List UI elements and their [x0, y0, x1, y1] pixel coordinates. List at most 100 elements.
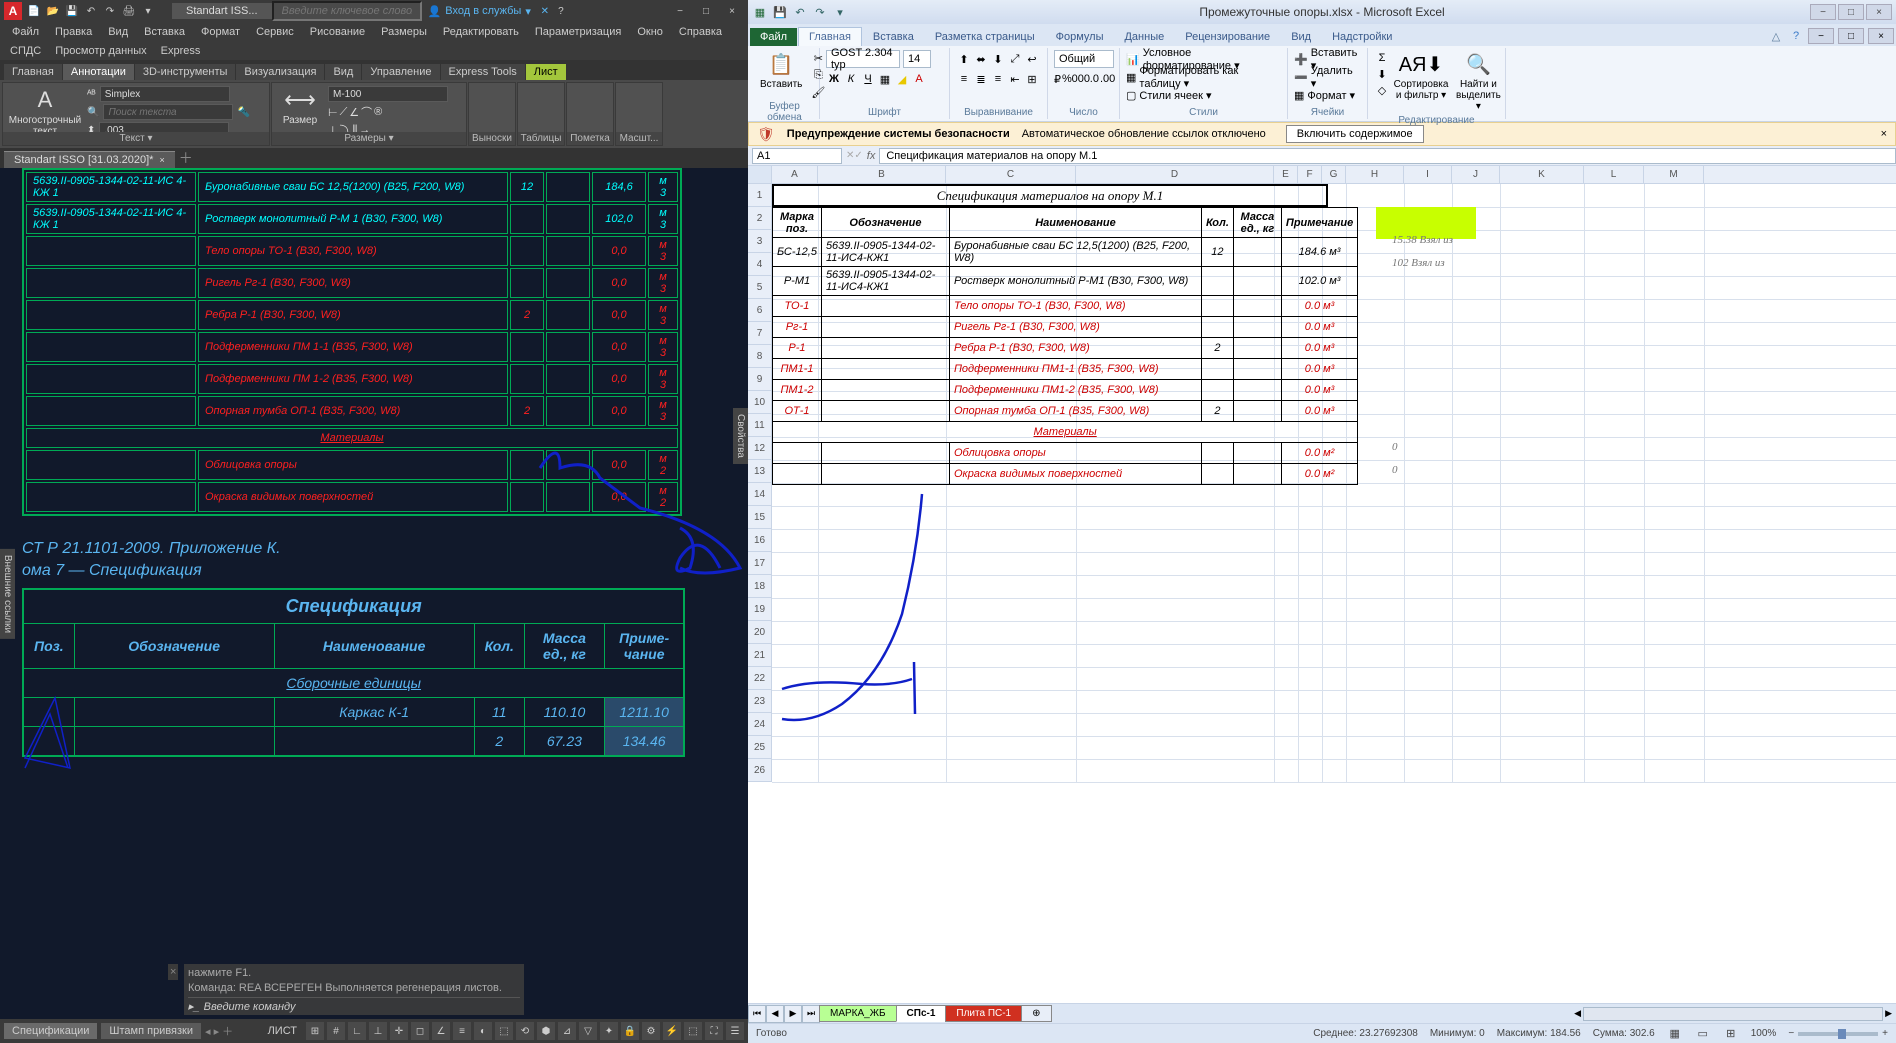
row-header[interactable]: 8 — [748, 345, 772, 368]
merge-icon[interactable]: ⊞ — [1024, 71, 1040, 87]
minimize-button[interactable]: − — [1810, 4, 1836, 20]
qat-redo-icon[interactable]: ↷ — [812, 4, 828, 20]
tab-data[interactable]: Данные — [1114, 28, 1174, 46]
menu-help[interactable]: Справка — [673, 24, 728, 40]
close-button[interactable]: × — [1866, 4, 1892, 20]
cells-area[interactable]: Спецификация материалов на опору М.1 Мар… — [772, 184, 1896, 782]
menu-format[interactable]: Формат — [195, 24, 246, 40]
hscroll-right-icon[interactable]: ▶ — [1885, 1008, 1892, 1019]
row-header[interactable]: 5 — [748, 276, 772, 299]
view-break-icon[interactable]: ⊞ — [1723, 1026, 1739, 1042]
rtab-annotate[interactable]: Аннотации — [63, 64, 134, 80]
file-tab[interactable]: Файл — [750, 28, 797, 46]
3dosnap-icon[interactable]: ⬢ — [537, 1022, 555, 1040]
ortho-icon[interactable]: ⊥ — [369, 1022, 387, 1040]
zoom-slider[interactable]: − + — [1788, 1028, 1888, 1039]
tab-view[interactable]: Вид — [1281, 28, 1321, 46]
column-header[interactable]: L — [1584, 166, 1644, 183]
hscroll-left-icon[interactable]: ◀ — [1574, 1008, 1581, 1019]
column-header[interactable]: E — [1274, 166, 1298, 183]
qat-print-icon[interactable]: 🖨 — [121, 3, 137, 19]
sheet-tab-1[interactable]: МАРКА_ЖБ — [819, 1005, 897, 1022]
font-color-icon[interactable]: A — [911, 71, 927, 87]
otrack-icon[interactable]: ∠ — [432, 1022, 450, 1040]
menu-dimension[interactable]: Размеры — [375, 24, 433, 40]
sheet-prev-icon[interactable]: ◀ — [766, 1005, 784, 1023]
sel-cycling-icon[interactable]: ⟲ — [516, 1022, 534, 1040]
row-header[interactable]: 1 — [748, 184, 772, 207]
dim-linear-icon[interactable]: ⊢ — [328, 106, 338, 119]
help-icon[interactable]: ? — [1788, 28, 1804, 44]
column-header[interactable]: K — [1500, 166, 1584, 183]
underline-icon[interactable]: Ч — [860, 71, 876, 87]
signin-link[interactable]: 👤 Вход в службы ▾ — [422, 5, 537, 18]
text-style-combo[interactable] — [100, 86, 230, 102]
dyn-ucs-icon[interactable]: ⊿ — [558, 1022, 576, 1040]
row-header[interactable]: 15 — [748, 506, 772, 529]
tables-panel[interactable]: Таблицы — [518, 132, 564, 145]
align-bot-icon[interactable]: ⬇ — [990, 51, 1006, 67]
rtab-view[interactable]: Вид — [325, 64, 361, 80]
menu-window[interactable]: Окно — [631, 24, 669, 40]
maximize-button[interactable]: □ — [694, 2, 718, 20]
qat-undo-icon[interactable]: ↶ — [83, 3, 99, 19]
abc-icon[interactable]: ᴬᴮ — [87, 89, 96, 100]
qat-undo-icon[interactable]: ↶ — [792, 4, 808, 20]
bold-icon[interactable]: Ж — [826, 71, 842, 87]
delete-cells-button[interactable]: ➖ Удалить ▾ — [1294, 68, 1361, 86]
wb-close-button[interactable]: × — [1868, 28, 1894, 44]
row-header[interactable]: 11 — [748, 414, 772, 437]
sub-data[interactable]: Просмотр данных — [49, 44, 152, 58]
wb-min-button[interactable]: − — [1808, 28, 1834, 44]
qat-new-icon[interactable]: 📄 — [26, 3, 42, 19]
menu-view[interactable]: Вид — [102, 24, 134, 40]
tab-layout[interactable]: Разметка страницы — [925, 28, 1045, 46]
enable-content-button[interactable]: Включить содержимое — [1286, 125, 1424, 143]
hscrollbar[interactable] — [1583, 1007, 1883, 1021]
qat-save-icon[interactable]: 💾 — [64, 3, 80, 19]
restore-button[interactable]: □ — [1838, 4, 1864, 20]
menu-insert[interactable]: Вставка — [138, 24, 191, 40]
column-header[interactable]: A — [772, 166, 818, 183]
text-panel-label[interactable]: Текст ▾ — [3, 132, 269, 145]
tab-review[interactable]: Рецензирование — [1175, 28, 1280, 46]
status-tab-stamp[interactable]: Штамп привязки — [101, 1023, 201, 1039]
align-left-icon[interactable]: ≡ — [956, 71, 972, 87]
align-top-icon[interactable]: ⬆ — [956, 51, 972, 67]
transparency-icon[interactable]: ◐ — [474, 1022, 492, 1040]
column-header[interactable]: J — [1452, 166, 1500, 183]
xref-panel-tab[interactable]: Внешние ссылки — [0, 548, 15, 638]
tab-nav-icon[interactable]: ◂ ▸ ＋ — [205, 1023, 233, 1039]
row-header[interactable]: 17 — [748, 552, 772, 575]
enter-edit-icon[interactable]: ✓ — [854, 150, 862, 161]
border-icon[interactable]: ▦ — [877, 71, 893, 87]
isolate-icon[interactable]: ⬚ — [684, 1022, 702, 1040]
sheet-first-icon[interactable]: ⏮ — [748, 1005, 766, 1023]
rtab-home[interactable]: Главная — [4, 64, 62, 80]
qat-save-icon[interactable]: 💾 — [772, 4, 788, 20]
indent-dec-icon[interactable]: ⇤ — [1007, 71, 1023, 87]
clear-icon[interactable]: ◇ — [1374, 82, 1390, 98]
row-header[interactable]: 23 — [748, 690, 772, 713]
paste-button[interactable]: 📋 Вставить — [756, 50, 806, 100]
mtext-button[interactable]: A Многострочный текст — [7, 85, 83, 139]
comma-icon[interactable]: 000 — [1073, 71, 1089, 87]
table-format-button[interactable]: ▦ Форматировать как таблицу ▾ — [1126, 68, 1281, 86]
menu-edit[interactable]: Правка — [49, 24, 98, 40]
row-header[interactable]: 21 — [748, 644, 772, 667]
sub-express[interactable]: Express — [155, 44, 207, 58]
row-header[interactable]: 9 — [748, 368, 772, 391]
ribbon-min-icon[interactable]: △ — [1768, 28, 1784, 44]
hwacc-icon[interactable]: ⚡ — [663, 1022, 681, 1040]
percent-icon[interactable]: % — [1062, 71, 1072, 87]
column-header[interactable]: C — [946, 166, 1076, 183]
row-header[interactable]: 16 — [748, 529, 772, 552]
dim-radius-icon[interactable]: ® — [374, 106, 382, 118]
close-button[interactable]: × — [720, 2, 744, 20]
orientation-icon[interactable]: ⤢ — [1007, 51, 1023, 67]
find-go-icon[interactable]: 🔦 — [237, 107, 249, 118]
gizmo-icon[interactable]: ✦ — [600, 1022, 618, 1040]
sub-spds[interactable]: СПДС — [4, 44, 47, 58]
row-header[interactable]: 13 — [748, 460, 772, 483]
warning-close-icon[interactable]: × — [1881, 128, 1887, 140]
